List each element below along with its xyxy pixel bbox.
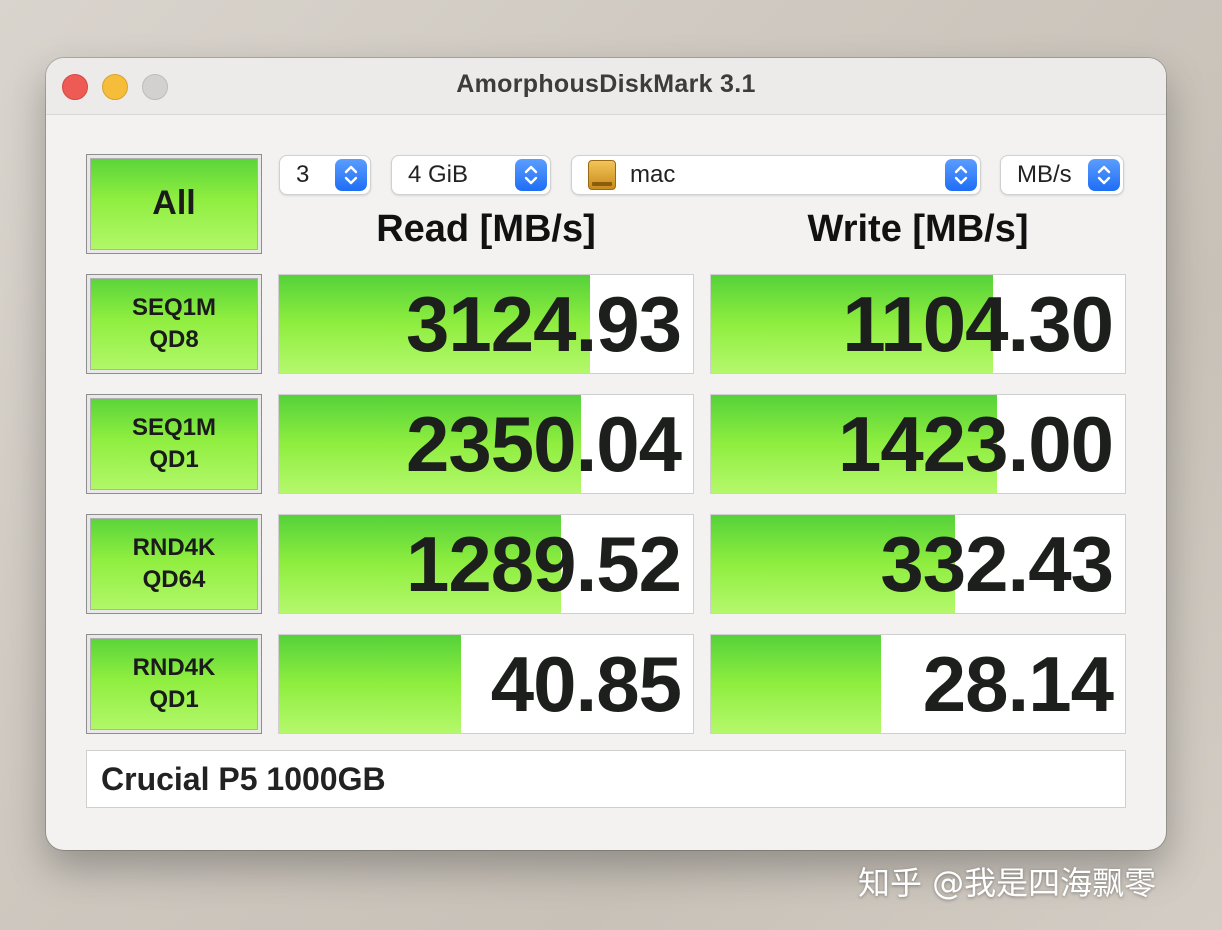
unit-value: MB/s [1017,161,1072,188]
test-name-line2: QD1 [149,686,199,713]
drive-info-field[interactable]: Crucial P5 1000GB [86,750,1126,808]
test-button-seq1m-qd8[interactable]: SEQ1M QD8 [86,274,262,374]
write-result-rnd4k-qd1: 28.14 [710,634,1126,734]
test-name-line2: QD64 [142,566,206,593]
test-name-line1: RND4K [132,653,216,681]
drive-value: mac [630,161,676,188]
test-name-line1: RND4K [132,533,216,561]
result-value: 332.43 [880,519,1114,608]
app-window: AmorphousDiskMark 3.1 All 3 4 GiB mac MB… [46,58,1166,850]
test-count-value: 3 [296,161,310,188]
test-name-line1: SEQ1M [131,413,217,441]
result-value: 1104.30 [842,279,1114,368]
result-bar [711,635,881,733]
write-result-seq1m-qd8: 1104.30 [710,274,1126,374]
test-count-select[interactable]: 3 [279,155,371,195]
read-result-seq1m-qd8: 3124.93 [278,274,694,374]
watermark-text: 知乎 @我是四海飘零 [858,864,1157,902]
test-button-rnd4k-qd64[interactable]: RND4K QD64 [86,514,262,614]
updown-stepper-icon [515,159,547,191]
title-bar: AmorphousDiskMark 3.1 [46,58,1166,115]
test-name-line2: QD1 [149,446,199,473]
read-result-rnd4k-qd64: 1289.52 [278,514,694,614]
result-bar [279,635,462,733]
window-title: AmorphousDiskMark 3.1 [456,70,756,98]
unit-select[interactable]: MB/s [1000,155,1124,195]
updown-stepper-icon [335,159,367,191]
drive-select[interactable]: mac [571,155,981,195]
result-value: 2350.04 [406,399,682,488]
hard-drive-icon [588,160,616,190]
test-size-value: 4 GiB [408,161,469,188]
result-value: 40.85 [490,639,682,728]
test-button-rnd4k-qd1[interactable]: RND4K QD1 [86,634,262,734]
test-button-seq1m-qd1[interactable]: SEQ1M QD1 [86,394,262,494]
all-tests-button[interactable]: All [86,154,262,254]
updown-stepper-icon [1088,159,1120,191]
test-size-select[interactable]: 4 GiB [391,155,551,195]
test-name-line2: QD8 [149,326,199,353]
test-name-line1: SEQ1M [131,293,217,321]
read-column-header: Read [MB/s] [376,208,596,250]
result-value: 1423.00 [838,399,1114,488]
write-result-seq1m-qd1: 1423.00 [710,394,1126,494]
read-result-seq1m-qd1: 2350.04 [278,394,694,494]
result-value: 1289.52 [406,519,682,608]
updown-stepper-icon [945,159,977,191]
read-result-rnd4k-qd1: 40.85 [278,634,694,734]
result-value: 3124.93 [406,279,682,368]
result-value: 28.14 [922,639,1114,728]
write-result-rnd4k-qd64: 332.43 [710,514,1126,614]
write-column-header: Write [MB/s] [807,208,1029,250]
